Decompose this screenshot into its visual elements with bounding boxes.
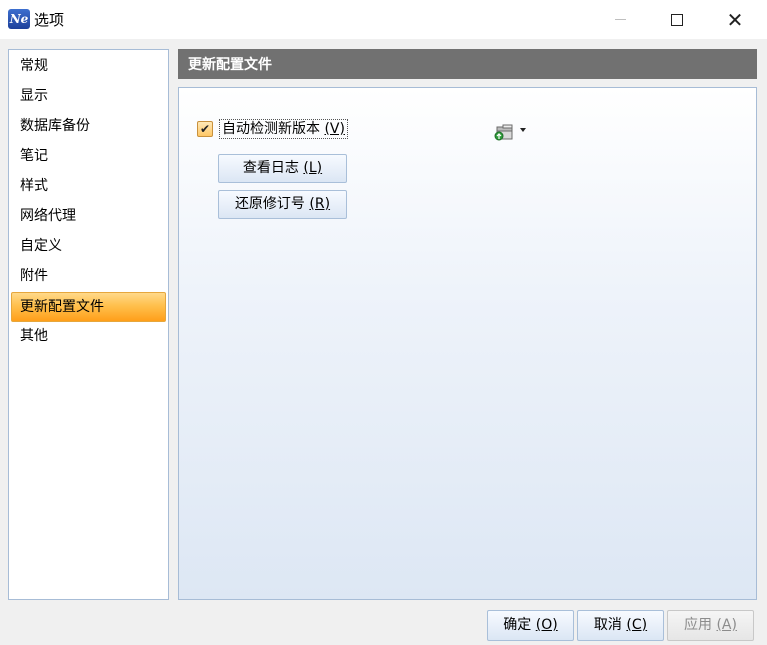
auto-check-updates-checkbox[interactable]: ✔ 自动检测新版本 (V) [197,118,348,140]
restore-revision-button[interactable]: 还原修订号 (R) [218,190,347,219]
ok-button[interactable]: 确定 (O) [487,610,574,641]
sidebar-item-label: 更新配置文件 [20,299,104,315]
ok-label: 确定 [503,617,536,633]
app-logo-icon: Ne [8,9,30,29]
panel-header: 更新配置文件 [178,49,757,79]
close-icon: ✕ [726,7,744,32]
close-button[interactable]: ✕ [712,0,758,39]
sidebar-item-attachments[interactable]: 附件 [11,261,166,291]
auto-check-text: 自动检测新版本 [222,121,325,137]
restore-revision-mnemonic: (R) [309,196,331,212]
sidebar-item-update-profile[interactable]: 更新配置文件 [11,292,166,322]
sidebar-item-label: 附件 [20,268,48,284]
sidebar-item-display[interactable]: 显示 [11,81,166,111]
minimize-button[interactable] [597,0,643,39]
apply-button[interactable]: 应用 (A) [667,610,754,641]
view-log-button[interactable]: 查看日志 (L) [218,154,347,183]
options-category-list[interactable]: 常规 显示 数据库备份 笔记 样式 网络代理 自定义 附件 更新配置文件 其他 [8,49,169,600]
sidebar-item-label: 数据库备份 [20,118,90,134]
ok-mnemonic: (O) [535,617,558,633]
cancel-label: 取消 [593,617,627,633]
sidebar-item-label: 自定义 [20,238,62,254]
apply-mnemonic: (A) [716,617,737,633]
window-title: 选项 [34,11,65,29]
maximize-button[interactable] [654,0,700,39]
sidebar-item-label: 其他 [20,328,48,344]
sidebar-item-notes[interactable]: 笔记 [11,141,166,171]
chevron-down-icon[interactable] [520,128,526,132]
sidebar-item-customize[interactable]: 自定义 [11,231,166,261]
view-log-mnemonic: (L) [303,160,323,176]
auto-check-label: 自动检测新版本 (V) [219,119,348,139]
sidebar-item-general[interactable]: 常规 [11,51,166,81]
cancel-mnemonic: (C) [626,617,648,633]
view-log-label: 查看日志 [242,160,304,176]
auto-check-mnemonic: (V) [324,121,345,137]
restore-revision-label: 还原修订号 [234,196,310,212]
sidebar-item-label: 网络代理 [20,208,76,224]
sidebar-item-label: 笔记 [20,148,48,164]
sidebar-item-style[interactable]: 样式 [11,171,166,201]
sidebar-item-label: 样式 [20,178,48,194]
sidebar-item-label: 常规 [20,58,48,74]
minimize-icon [614,19,626,20]
maximize-icon [671,13,683,26]
sidebar-item-database-backup[interactable]: 数据库备份 [11,111,166,141]
cancel-button[interactable]: 取消 (C) [577,610,664,641]
sidebar-item-label: 显示 [20,88,48,104]
apply-label: 应用 [684,617,717,633]
title-bar[interactable]: Ne 选项 ✕ [0,0,767,39]
package-update-icon[interactable] [493,122,515,142]
sidebar-item-other[interactable]: 其他 [11,321,166,351]
sidebar-item-network-proxy[interactable]: 网络代理 [11,201,166,231]
checkmark-icon[interactable]: ✔ [197,121,213,137]
options-dialog: Ne 选项 ✕ 常规 显示 数据库备份 笔记 样式 网络代理 自定义 附件 更新… [0,0,767,645]
